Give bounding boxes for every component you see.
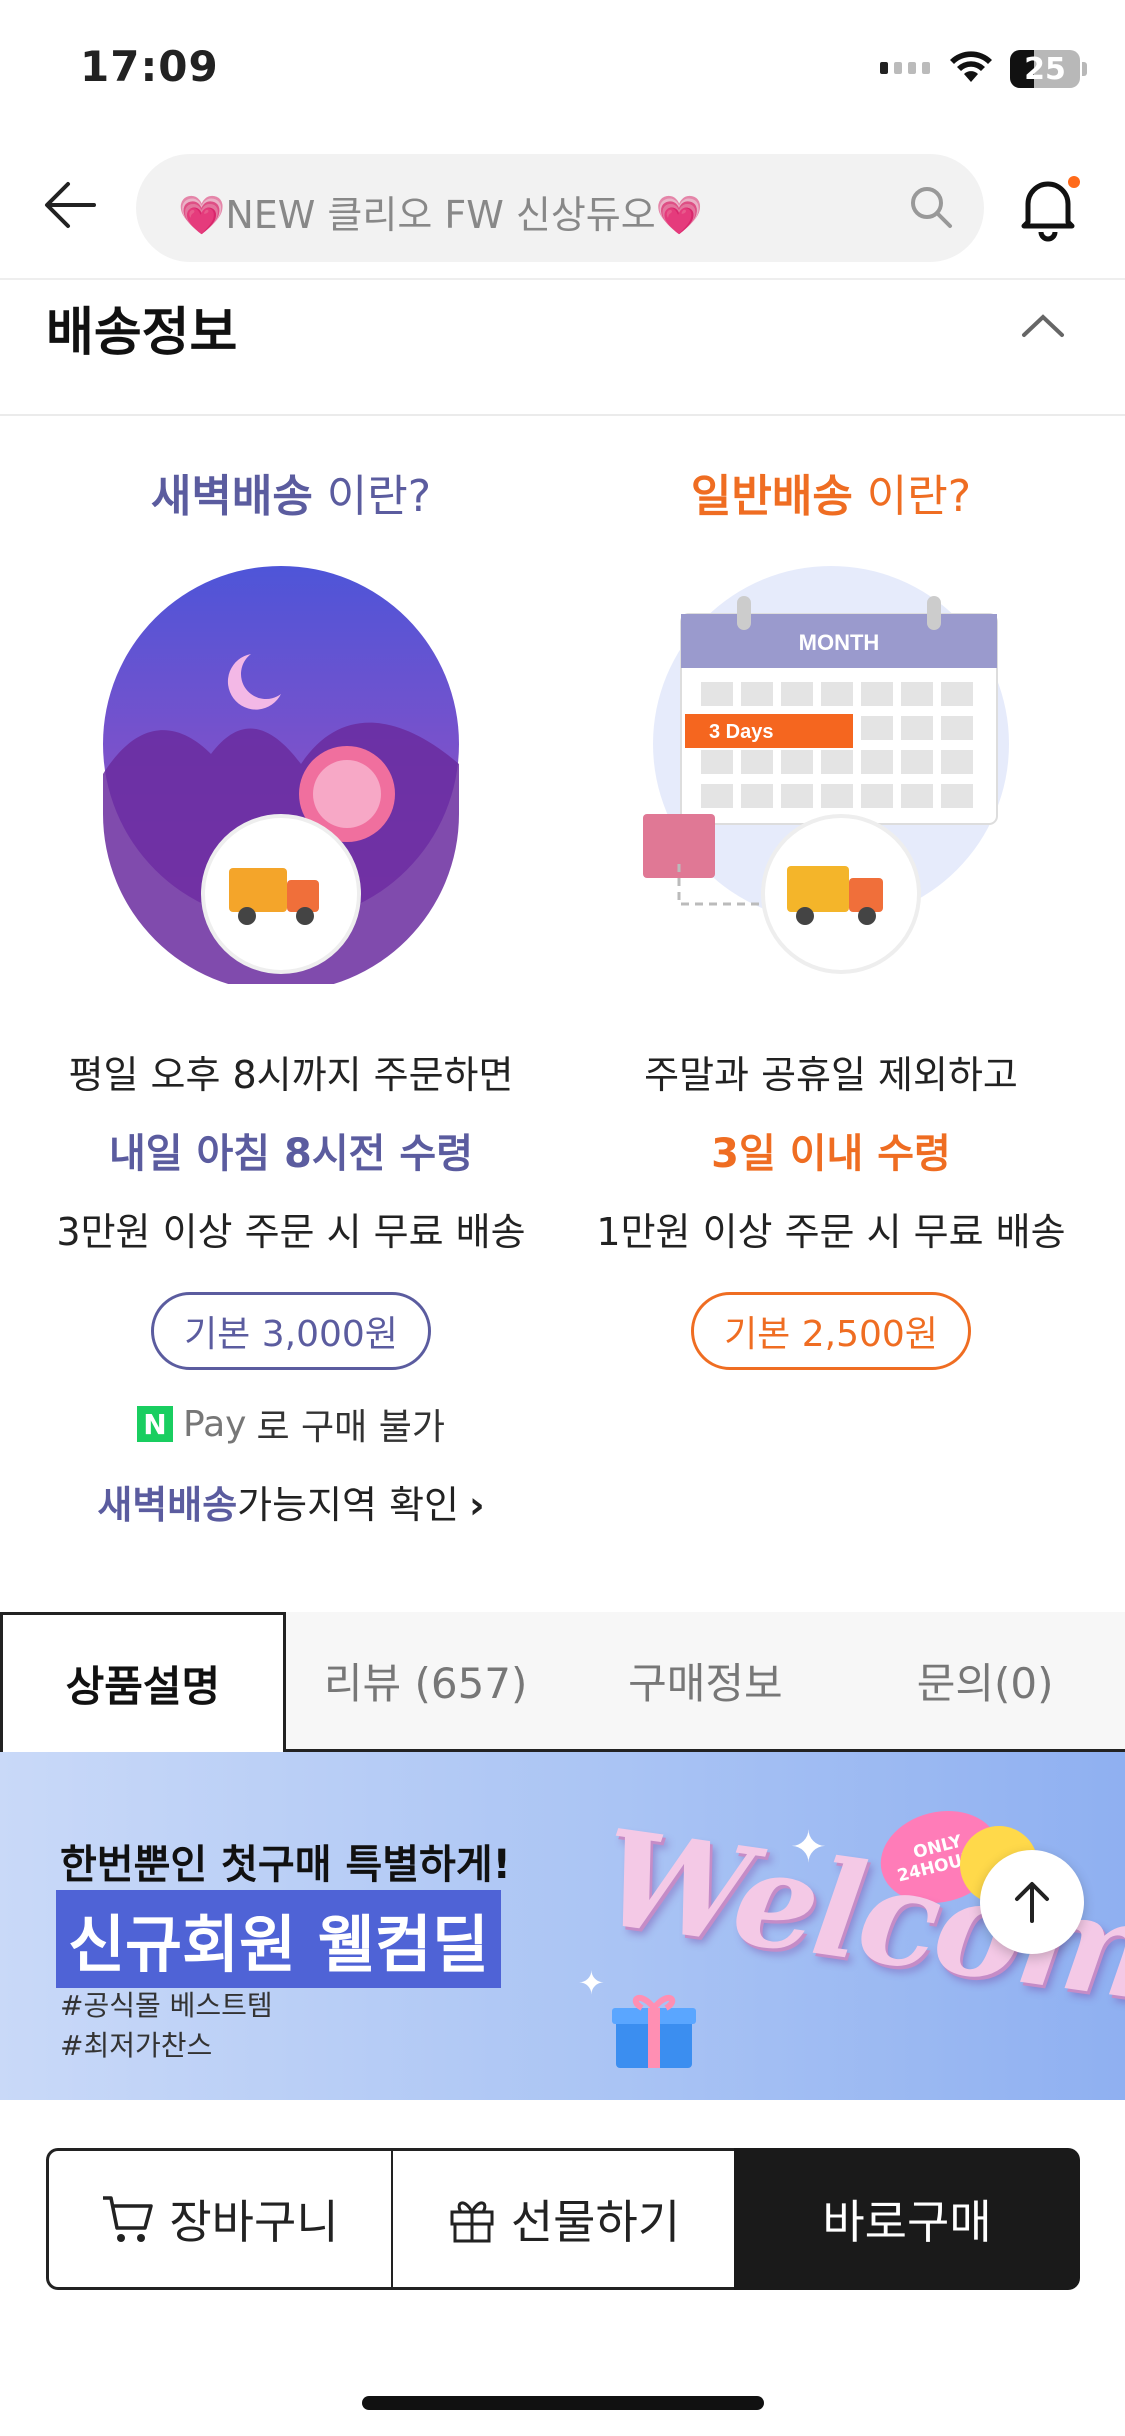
calendar-month-label: MONTH — [799, 630, 880, 655]
bottom-action-bar: 장바구니 선물하기 바로구매 — [0, 2100, 1125, 2436]
dawn-fee-badge: 기본 3,000원 — [151, 1292, 431, 1370]
notification-dot — [1068, 176, 1080, 188]
scroll-to-top-button[interactable] — [980, 1850, 1084, 1954]
buy-now-button[interactable]: 바로구매 — [734, 2148, 1080, 2290]
dawn-delivery-illustration — [101, 564, 481, 992]
gift-icon — [450, 2201, 494, 2243]
banner-tag: #최저가찬스 — [60, 2029, 213, 2062]
search-icon[interactable] — [906, 182, 956, 232]
battery-icon: 25 — [1010, 50, 1080, 88]
dawn-delivery-condition: 평일 오후 8시까지 주문하면 — [68, 1053, 514, 1097]
chevron-up-icon[interactable] — [1018, 305, 1068, 345]
normal-delivery-title: 일반배송 — [690, 471, 853, 522]
gift-box-icon — [612, 1994, 696, 2068]
dawn-delivery-title: 새벽배송 — [150, 471, 313, 522]
back-arrow-icon[interactable] — [38, 170, 108, 240]
cart-icon — [103, 2196, 154, 2242]
tab-purchase-info[interactable]: 구매정보 — [566, 1612, 846, 1749]
cart-button[interactable]: 장바구니 — [46, 2148, 392, 2290]
normal-delivery-info: 일반배송 이란? MONTH 3 Days 주말과 공휴일 제외하고 3일 이내… — [550, 460, 1112, 1370]
calendar-tag: 3 Days — [709, 721, 774, 743]
gift-button[interactable]: 선물하기 — [392, 2148, 734, 2290]
normal-delivery-illustration: MONTH 3 Days — [641, 564, 1021, 984]
npay-notice: N Pay 로 구매 불가 — [10, 1398, 572, 1450]
gift-label: 선물하기 — [510, 2195, 681, 2249]
cart-label: 장바구니 — [169, 2195, 339, 2249]
status-bar: 17:09 25 — [0, 0, 1125, 140]
tab-description[interactable]: 상품설명 — [0, 1612, 286, 1752]
notification-bell-icon[interactable] — [1010, 170, 1086, 246]
chevron-right-icon: › — [469, 1483, 485, 1527]
normal-fee-badge: 기본 2,500원 — [691, 1292, 971, 1370]
normal-delivery-heading: 일반배송 이란? — [550, 460, 1112, 524]
tab-inquiry[interactable]: 문의(0) — [845, 1612, 1125, 1749]
status-time: 17:09 — [80, 42, 219, 91]
npay-label: Pay — [183, 1403, 247, 1445]
npay-text: 로 구매 불가 — [256, 1407, 445, 1448]
region-text: 가능지역 확인 — [237, 1483, 459, 1527]
banner-tag: #공식몰 베스트템 — [60, 1989, 273, 2022]
home-indicator — [362, 2396, 764, 2410]
divider — [0, 414, 1125, 416]
top-header: 💗NEW 클리오 FW 신상듀오💗 — [0, 140, 1125, 280]
dawn-free-shipping: 3만원 이상 주문 시 무료 배송 — [56, 1210, 526, 1254]
search-placeholder: 💗NEW 클리오 FW 신상듀오💗 — [178, 193, 704, 237]
search-bar[interactable]: 💗NEW 클리오 FW 신상듀오💗 — [136, 154, 984, 262]
dawn-delivery-highlight: 내일 아침 8시전 수령 — [108, 1131, 473, 1177]
banner-subtitle: 한번뿐인 첫구매 특별하게! — [60, 1842, 511, 1888]
section-title: 배송정보 — [46, 303, 238, 363]
product-tabs: 상품설명 리뷰 (657) 구매정보 문의(0) — [0, 1612, 1125, 1752]
normal-delivery-highlight: 3일 이내 수령 — [711, 1131, 951, 1177]
dawn-delivery-heading: 새벽배송 이란? — [10, 460, 572, 524]
sparkle-icon: ✦ — [578, 1964, 605, 2002]
heading-suffix: 이란? — [852, 471, 972, 522]
region-highlight: 새벽배송 — [97, 1483, 238, 1527]
normal-free-shipping: 1만원 이상 주문 시 무료 배송 — [596, 1210, 1066, 1254]
heading-suffix: 이란? — [312, 471, 432, 522]
arrow-up-icon — [1015, 1882, 1049, 1923]
dawn-region-check-link[interactable]: 새벽배송가능지역 확인 › — [10, 1474, 572, 1529]
battery-level: 25 — [1024, 51, 1066, 87]
welcome-banner[interactable]: 한번뿐인 첫구매 특별하게! 신규회원 웰컴딜 #공식몰 베스트템 #최저가찬스… — [0, 1752, 1125, 2100]
signal-icon — [880, 62, 930, 74]
banner-title: 신규회원 웰컴딜 — [56, 1890, 501, 1988]
normal-delivery-condition: 주말과 공휴일 제외하고 — [644, 1053, 1018, 1097]
wifi-icon — [950, 51, 992, 82]
naver-pay-icon: N — [137, 1406, 174, 1442]
tab-reviews[interactable]: 리뷰 (657) — [286, 1612, 566, 1749]
dawn-delivery-info: 새벽배송 이란? 평일 오후 8시까지 주문하면 내일 아침 8시전 수령 3만… — [10, 460, 572, 1529]
